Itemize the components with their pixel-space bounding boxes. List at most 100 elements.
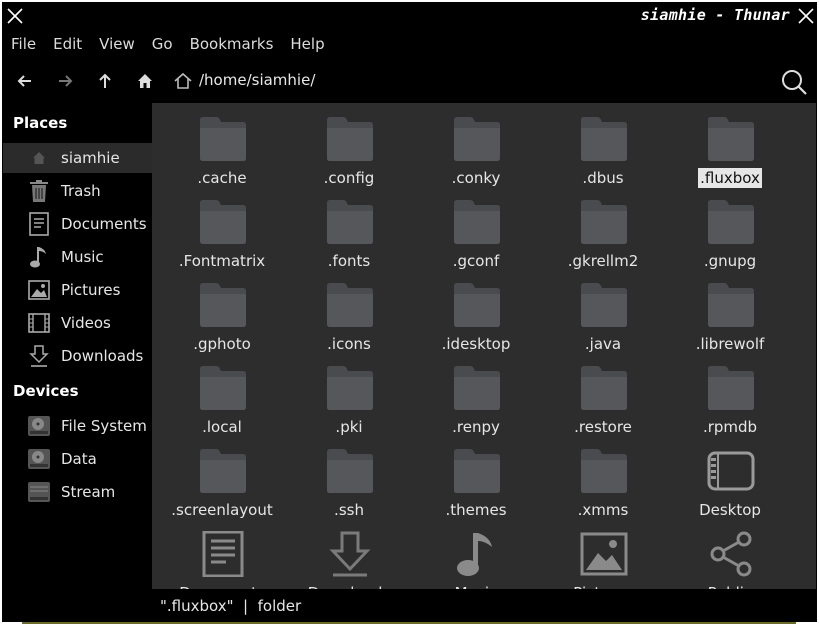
file-item[interactable]: .rpmdb (670, 357, 790, 440)
file-item[interactable]: .Fontmatrix (162, 191, 282, 274)
file-name: .xmms (543, 501, 663, 519)
file-item[interactable]: .conky (416, 108, 536, 191)
file-item[interactable]: .fonts (289, 191, 409, 274)
file-item[interactable]: .ssh (289, 440, 409, 523)
file-item[interactable]: .gkrellm2 (543, 191, 663, 274)
sidebar-item-siamhie[interactable]: siamhie (3, 143, 152, 173)
file-name-text: .themes (445, 501, 507, 519)
menu-file[interactable]: File (11, 35, 36, 53)
sidebar-item-label: Stream (61, 483, 116, 501)
sidebar-item-downloads[interactable]: Downloads (3, 341, 152, 371)
file-name-text: .fluxbox (698, 168, 762, 188)
downloads-icon (325, 531, 375, 577)
bottom-strip (0, 622, 819, 630)
folder-icon (198, 282, 248, 328)
file-item[interactable]: .local (162, 357, 282, 440)
file-item[interactable]: .idesktop (416, 274, 536, 357)
file-item[interactable]: .renpy (416, 357, 536, 440)
sidebar-item-label: Downloads (61, 347, 144, 365)
file-item[interactable]: Pictures (543, 523, 663, 589)
folder-icon (579, 282, 629, 328)
file-item[interactable]: .cache (162, 108, 282, 191)
search-icon[interactable] (780, 68, 808, 96)
home-icon (138, 74, 152, 88)
sidebar-item-label: Pictures (61, 281, 121, 299)
sidebar-item-pictures[interactable]: Pictures (3, 275, 152, 305)
file-item[interactable]: .pki (289, 357, 409, 440)
file-item[interactable]: .fluxbox (670, 108, 790, 191)
file-name: .gphoto (162, 335, 282, 353)
back-arrow-icon (17, 75, 31, 87)
sidebar-item-stream[interactable]: Stream (3, 477, 152, 507)
title-bar: siamhie - Thunar (3, 3, 816, 29)
file-item[interactable]: Documents (162, 523, 282, 589)
file-name-text: .local (202, 418, 242, 436)
sidebar-item-videos[interactable]: Videos (3, 308, 152, 338)
file-item[interactable]: .gnupg (670, 191, 790, 274)
icon-view[interactable]: .cache .config .conky .dbus .fluxbox .Fontmat… (152, 103, 816, 589)
file-item[interactable]: Downloads (289, 523, 409, 589)
window-title: siamhie - Thunar (640, 6, 790, 24)
sidebar-item-music[interactable]: Music (3, 242, 152, 272)
menu-view[interactable]: View (99, 35, 135, 53)
close-icon[interactable] (5, 6, 25, 26)
sidebar-item-label: Videos (61, 314, 111, 332)
folder-icon (706, 116, 756, 162)
menu-bookmarks[interactable]: Bookmarks (190, 35, 274, 53)
file-name-text: .java (584, 335, 622, 353)
file-item[interactable]: .restore (543, 357, 663, 440)
file-name: .fluxbox (670, 168, 790, 188)
file-name: .gnupg (670, 252, 790, 270)
up-button[interactable] (93, 69, 117, 93)
sidebar-item-documents[interactable]: Documents (3, 209, 152, 239)
file-name: .restore (543, 418, 663, 436)
menu-edit[interactable]: Edit (53, 35, 82, 53)
menu-go[interactable]: Go (152, 35, 173, 53)
file-name-text: Public (708, 584, 752, 589)
file-name: Downloads (289, 584, 409, 589)
folder-icon (579, 365, 629, 411)
file-name: Pictures (543, 584, 663, 589)
file-item[interactable]: .config (289, 108, 409, 191)
file-name: .gconf (416, 252, 536, 270)
close-icon[interactable] (796, 6, 816, 26)
drive-icon (27, 447, 51, 471)
file-name-text: .gconf (452, 252, 500, 270)
file-item[interactable]: .gconf (416, 191, 536, 274)
file-name: .themes (416, 501, 536, 519)
file-name: .java (543, 335, 663, 353)
sidebar-item-file-system[interactable]: File System (3, 411, 152, 441)
sidebar-item-trash[interactable]: Trash (3, 176, 152, 206)
home-button[interactable] (133, 69, 157, 93)
file-item[interactable]: .themes (416, 440, 536, 523)
sidebar-item-data[interactable]: Data (3, 444, 152, 474)
file-name: .Fontmatrix (162, 252, 282, 270)
location-path[interactable]: /home/siamhie/ (199, 71, 315, 89)
file-item[interactable]: .icons (289, 274, 409, 357)
file-item[interactable]: Desktop (670, 440, 790, 523)
file-item[interactable]: .java (543, 274, 663, 357)
forward-button[interactable] (53, 69, 77, 93)
file-name: .icons (289, 335, 409, 353)
file-item[interactable]: .xmms (543, 440, 663, 523)
folder-icon (579, 448, 629, 494)
menu-help[interactable]: Help (290, 35, 324, 53)
file-name-text: .librewolf (695, 335, 765, 353)
file-item[interactable]: .librewolf (670, 274, 790, 357)
file-name-text: .pki (335, 418, 363, 436)
file-item[interactable]: Public (670, 523, 790, 589)
back-button[interactable] (13, 69, 37, 93)
file-name-text: Downloads (308, 584, 390, 589)
folder-icon (452, 199, 502, 245)
file-item[interactable]: .screenlayout (162, 440, 282, 523)
path-home-icon[interactable] (173, 71, 193, 91)
file-name: .ssh (289, 501, 409, 519)
file-name: Public (670, 584, 790, 589)
file-item[interactable]: .dbus (543, 108, 663, 191)
file-name: .local (162, 418, 282, 436)
file-name-text: .screenlayout (171, 501, 273, 519)
file-name: Documents (162, 584, 282, 589)
folder-icon (452, 448, 502, 494)
file-item[interactable]: .gphoto (162, 274, 282, 357)
file-item[interactable]: Music (416, 523, 536, 589)
